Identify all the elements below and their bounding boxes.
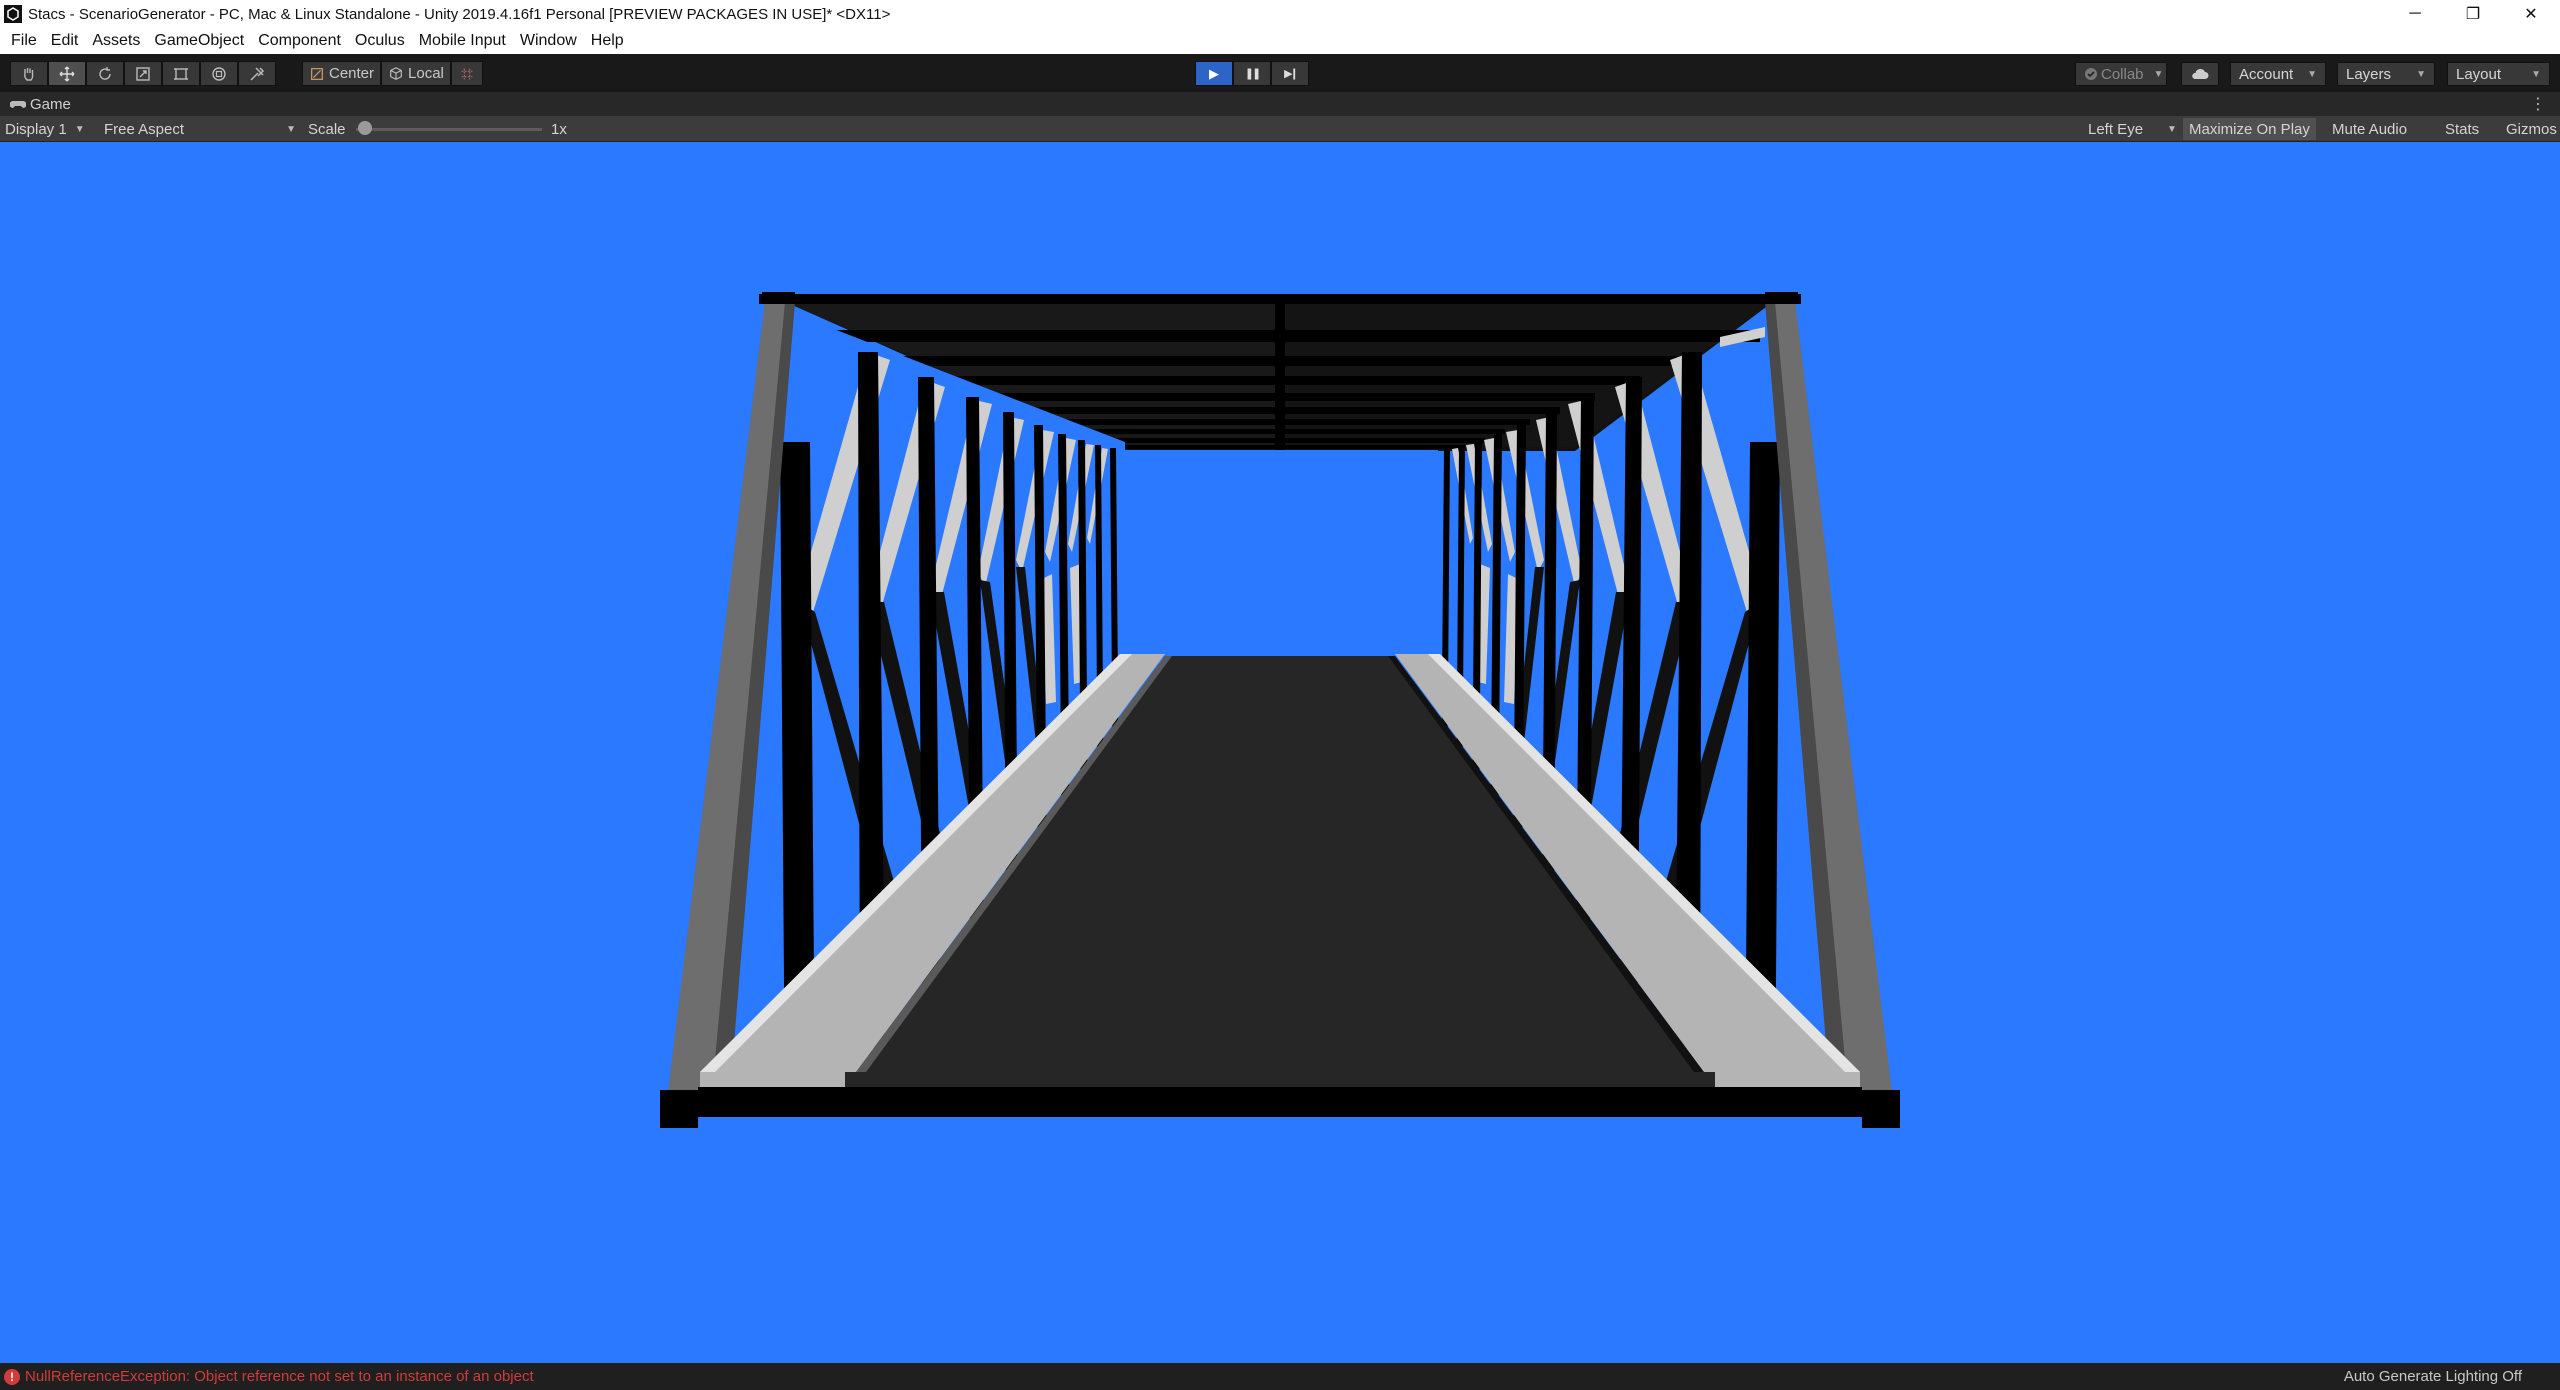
window-title: Stacs - ScenarioGenerator - PC, Mac & Li…: [28, 5, 891, 23]
chevron-down-icon: ▼: [2531, 68, 2541, 80]
move-tool-icon: [59, 66, 75, 81]
hand-tool-icon: [24, 67, 34, 81]
rect-tool-button[interactable]: [162, 61, 200, 86]
pivot-tools: Center Local: [302, 61, 483, 86]
step-button[interactable]: ▶❙: [1271, 61, 1309, 86]
transform-tools: [10, 61, 276, 86]
layers-label: Layers: [2346, 65, 2392, 83]
display-label: Display 1: [5, 120, 67, 138]
menu-mobile-input[interactable]: Mobile Input: [412, 32, 513, 50]
layers-dropdown[interactable]: Layers ▼: [2337, 62, 2435, 86]
rotate-tool-button[interactable]: [86, 61, 124, 86]
status-bar: ! NullReferenceException: Object referen…: [0, 1363, 2560, 1390]
menu-assets[interactable]: Assets: [85, 32, 147, 50]
pause-icon: ❚❚: [1244, 68, 1262, 80]
chevron-down-icon: ▼: [2153, 68, 2164, 80]
collab-dropdown[interactable]: Collab ▼: [2075, 62, 2167, 86]
chevron-down-icon: ▼: [2416, 68, 2426, 80]
chevron-down-icon: ▼: [286, 123, 296, 135]
layout-label: Layout: [2456, 65, 2502, 83]
chevron-down-icon: ▼: [74, 123, 85, 135]
title-bar: Stacs - ScenarioGenerator - PC, Mac & Li…: [0, 0, 2560, 28]
mute-audio-toggle[interactable]: Mute Audio: [2326, 118, 2413, 140]
lighting-status[interactable]: Auto Generate Lighting Off: [2344, 1368, 2522, 1385]
scale-slider-track[interactable]: [356, 128, 542, 131]
kebab-menu-icon[interactable]: ⋮: [2530, 94, 2546, 114]
aspect-dropdown[interactable]: Free Aspect ▼: [104, 116, 296, 142]
play-controls: ▶ ❚❚ ▶❙: [1195, 61, 1309, 86]
chevron-down-icon: ▼: [2307, 68, 2317, 80]
hand-tool-button[interactable]: [10, 61, 48, 86]
pause-button[interactable]: ❚❚: [1233, 61, 1271, 86]
main-toolbar: Center Local ▶ ❚❚ ▶❙ Collab ▼ Account ▼: [0, 54, 2560, 92]
account-label: Account: [2239, 65, 2294, 83]
step-icon: ▶❙: [1284, 68, 1299, 80]
tab-game[interactable]: Game: [0, 96, 71, 113]
stats-toggle[interactable]: Stats: [2439, 118, 2485, 140]
eye-dropdown[interactable]: Left Eye ▼: [2088, 116, 2177, 142]
game-tab-strip: Game ⋮: [0, 92, 2560, 116]
restore-button[interactable]: ❐: [2444, 0, 2502, 28]
custom-tool-icon: [250, 66, 265, 81]
eye-label: Left Eye: [2088, 120, 2144, 138]
pivot-local-button[interactable]: Local: [381, 61, 451, 86]
close-button[interactable]: ✕: [2502, 0, 2560, 28]
bridge-scene: [0, 142, 2560, 1363]
rotate-tool-icon: [99, 66, 111, 80]
move-tool-button[interactable]: [48, 61, 86, 86]
maximize-on-play-toggle[interactable]: Maximize On Play: [2183, 118, 2316, 140]
rect-tool-icon: [174, 67, 188, 80]
scale-value: 1x: [551, 120, 567, 138]
menu-window[interactable]: Window: [513, 32, 584, 50]
transform-tool-button[interactable]: [200, 61, 238, 86]
menu-bar: File Edit Assets GameObject Component Oc…: [0, 28, 2560, 54]
window-controls: ─ ❐ ✕: [2386, 0, 2560, 28]
aspect-label: Free Aspect: [104, 120, 185, 138]
menu-gameobject[interactable]: GameObject: [147, 32, 251, 50]
pivot-center-icon: [311, 67, 323, 80]
menu-file[interactable]: File: [4, 32, 44, 50]
game-controller-icon: [10, 101, 26, 108]
cloud-button[interactable]: [2181, 62, 2219, 86]
console-error-message[interactable]: NullReferenceException: Object reference…: [25, 1368, 534, 1385]
pivot-center-label: Center: [329, 65, 375, 82]
account-dropdown[interactable]: Account ▼: [2230, 62, 2326, 86]
chevron-down-icon: ▼: [2167, 123, 2177, 135]
play-button[interactable]: ▶: [1195, 61, 1233, 86]
scale-slider-thumb[interactable]: [358, 121, 372, 135]
menu-oculus[interactable]: Oculus: [348, 32, 412, 50]
menu-component[interactable]: Component: [251, 32, 348, 50]
local-space-icon: [390, 66, 402, 80]
pivot-local-label: Local: [408, 65, 444, 82]
deck-front-beam: [698, 1087, 1862, 1117]
menu-edit[interactable]: Edit: [44, 32, 86, 50]
minimize-button[interactable]: ─: [2386, 0, 2444, 28]
scale-tool-button[interactable]: [124, 61, 162, 86]
tab-game-label: Game: [30, 95, 71, 113]
transform-tool-icon: [212, 66, 226, 81]
gizmos-label: Gizmos: [2506, 120, 2557, 138]
play-icon: ▶: [1209, 65, 1219, 81]
display-dropdown[interactable]: Display 1 ▼: [5, 116, 85, 142]
custom-tool-button[interactable]: [238, 61, 276, 86]
game-viewport[interactable]: [0, 142, 2560, 1363]
cloud-icon: [2192, 68, 2209, 79]
grid-snap-button[interactable]: [450, 61, 483, 86]
collab-check-icon: [2085, 68, 2097, 80]
gizmos-dropdown[interactable]: Gizmos ▼: [2500, 116, 2560, 142]
layout-dropdown[interactable]: Layout ▼: [2447, 62, 2550, 86]
scale-tool-icon: [136, 66, 150, 81]
unity-logo-icon: [4, 5, 22, 23]
collab-label: Collab: [2101, 65, 2144, 83]
error-icon: !: [4, 1368, 20, 1385]
menu-help[interactable]: Help: [584, 32, 631, 50]
game-view-bar: Display 1 ▼ Free Aspect ▼ Scale 1x Left …: [0, 116, 2560, 142]
scale-label: Scale: [308, 120, 346, 138]
grid-snap-icon: [461, 68, 473, 79]
pivot-center-button[interactable]: Center: [302, 61, 382, 86]
